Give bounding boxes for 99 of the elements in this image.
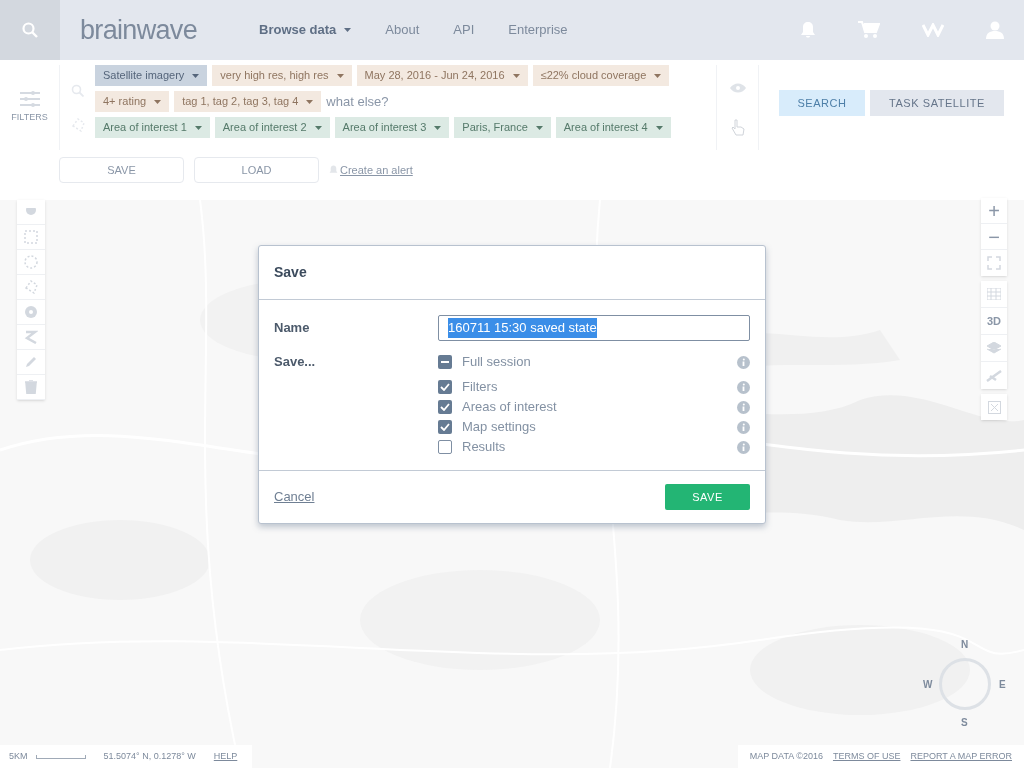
create-alert-link[interactable]: Create an alert (340, 161, 413, 179)
filter-chip[interactable]: tag 1, tag 2, tag 3, tag 4 (174, 91, 322, 112)
user-icon[interactable] (986, 21, 1004, 39)
minus-icon (441, 361, 449, 363)
compass-west: W (923, 678, 933, 692)
polygon-icon (70, 117, 85, 132)
confirm-save-button[interactable]: SAVE (665, 484, 750, 510)
terms-link[interactable]: TERMS OF USE (832, 749, 901, 764)
sliders-icon[interactable] (19, 90, 40, 107)
zigzag-icon[interactable] (17, 325, 45, 350)
info-icon[interactable] (737, 380, 750, 394)
dialog-title: Save (274, 263, 307, 282)
caret-icon (512, 73, 520, 78)
pencil-icon[interactable] (17, 350, 45, 375)
attribution: MAP DATA ©2016 (749, 749, 823, 763)
info-icon[interactable] (737, 355, 750, 369)
load-button[interactable]: LOAD (194, 157, 319, 183)
caret-icon (192, 73, 200, 78)
filter-chip[interactable]: Paris, France (454, 117, 551, 138)
help-link[interactable]: HELP (213, 749, 238, 764)
checkbox[interactable] (438, 400, 452, 414)
target-icon[interactable] (17, 300, 45, 325)
caret-icon (194, 125, 202, 130)
compass-ring (939, 658, 991, 710)
caret-icon (344, 28, 352, 32)
bell-icon (329, 165, 338, 175)
cancel-link[interactable]: Cancel (274, 487, 315, 507)
save-label: Save... (274, 353, 317, 371)
caret-icon (314, 125, 322, 130)
checkbox[interactable] (438, 420, 452, 434)
scale-label: 5KM (9, 749, 28, 763)
filter-chip[interactable]: Area of interest 3 (334, 117, 450, 138)
name-label: Name (274, 319, 311, 338)
grid-icon[interactable] (987, 288, 1001, 300)
filter-chip[interactable]: Area of interest 4 (555, 117, 671, 138)
option-label: Areas of interest (462, 398, 557, 417)
coordinates: 51.5074° N, 0.1278° W (103, 749, 196, 763)
name-value: 160711 15:30 saved state (448, 318, 597, 338)
caret-icon (654, 73, 662, 78)
search-field[interactable]: what else? (326, 91, 447, 112)
search-button[interactable] (0, 0, 60, 60)
polygon-select-icon[interactable] (17, 275, 45, 300)
circle-select-icon[interactable] (17, 250, 45, 275)
filter-chip[interactable]: Satellite imagery (95, 65, 208, 86)
checkbox[interactable] (438, 380, 452, 394)
info-icon[interactable] (737, 420, 750, 434)
save-button[interactable]: SAVE (59, 157, 184, 183)
option-label: Full session (462, 353, 531, 372)
report-link[interactable]: REPORT A MAP ERROR (910, 749, 1012, 764)
eye-icon[interactable] (729, 83, 746, 93)
filter-chip[interactable]: very high res, high res (212, 65, 352, 86)
rectangle-select-icon[interactable] (17, 225, 45, 250)
filter-chip[interactable]: May 28, 2016 - Jun 24, 2016 (356, 65, 528, 86)
name-field[interactable]: 160711 15:30 saved state (438, 315, 750, 341)
bell-icon[interactable] (800, 21, 816, 39)
option-label: Map settings (462, 418, 536, 437)
caret-icon (434, 125, 442, 130)
checkbox[interactable] (438, 440, 452, 454)
nav-link[interactable]: API (453, 20, 475, 40)
compass-south: S (961, 716, 968, 730)
search-icon (22, 22, 38, 38)
extent-icon[interactable] (987, 400, 1001, 414)
nav-link[interactable]: About (385, 20, 420, 40)
filter-chip[interactable]: ≤22% cloud coverage (532, 65, 670, 86)
search-icon (71, 83, 84, 97)
checkbox[interactable] (438, 355, 452, 369)
filter-chip[interactable]: Area of interest 2 (214, 117, 330, 138)
caret-icon (154, 99, 162, 104)
trash-icon[interactable] (17, 375, 45, 400)
compass-east: E (999, 678, 1006, 692)
fullscreen-icon[interactable] (987, 256, 1001, 270)
wave-logo-icon[interactable] (922, 23, 944, 37)
hand-pointer-icon (730, 119, 745, 136)
filters-label: FILTERS (11, 110, 48, 124)
check-icon (440, 383, 450, 391)
filter-chip[interactable]: 4+ rating (95, 91, 170, 112)
compass[interactable]: N W E S (922, 637, 1008, 729)
logo: brainwave (80, 13, 198, 47)
info-icon[interactable] (737, 440, 750, 454)
check-icon (440, 403, 450, 411)
zoom-out-button[interactable]: − (981, 224, 1007, 250)
zoom-in-button[interactable]: + (981, 198, 1007, 224)
caret-icon (306, 99, 314, 104)
scale-bar (35, 754, 86, 759)
caret-icon (535, 125, 543, 130)
cart-icon[interactable] (858, 21, 880, 39)
nav-link[interactable]: Browse data (259, 20, 352, 40)
caret-icon (655, 125, 663, 130)
info-icon[interactable] (737, 400, 750, 414)
caret-icon (336, 73, 344, 78)
compass-north: N (961, 638, 969, 652)
task-satellite-button[interactable]: TASK SATELLITE (870, 90, 1004, 116)
filter-chip[interactable]: Area of interest 1 (95, 117, 210, 138)
check-icon (440, 423, 450, 431)
layers-icon[interactable] (987, 342, 1001, 354)
option-label: Filters (462, 378, 498, 397)
option-label: Results (462, 438, 506, 457)
nav-link[interactable]: Enterprise (508, 20, 568, 40)
search-button[interactable]: SEARCH (779, 90, 865, 116)
